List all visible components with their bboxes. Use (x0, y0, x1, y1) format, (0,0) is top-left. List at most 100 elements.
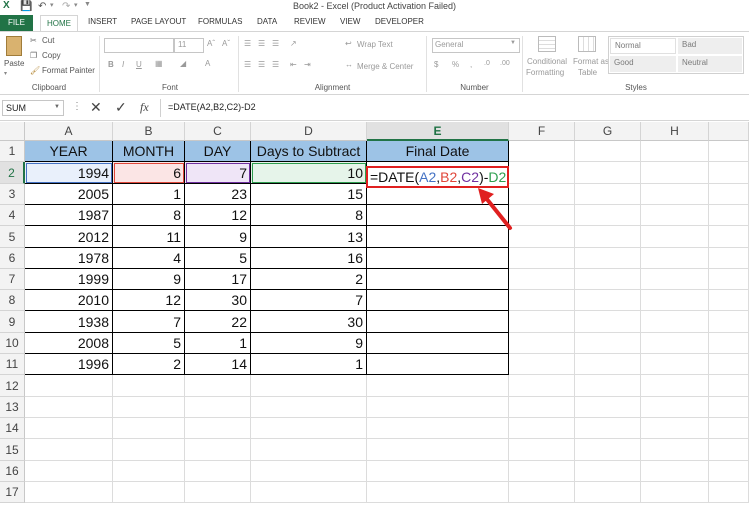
empty-cell-i11[interactable] (709, 354, 749, 375)
cancel-icon[interactable]: ✕ (90, 99, 102, 116)
merge-center-button[interactable]: Merge & Center (357, 62, 413, 71)
tab-review[interactable]: REVIEW (294, 17, 326, 26)
italic-button[interactable]: I (122, 60, 124, 69)
empty-cell-a13[interactable] (25, 397, 113, 418)
empty-cell-i6[interactable] (709, 248, 749, 269)
header-cell-a[interactable]: YEAR (25, 141, 113, 162)
row-header-5[interactable]: 5 (0, 226, 25, 248)
empty-cell-g4[interactable] (575, 205, 641, 226)
row-header-14[interactable]: 14 (0, 418, 25, 439)
empty-cell-h3[interactable] (641, 184, 709, 205)
tab-developer[interactable]: DEVELOPER (375, 17, 424, 26)
empty-cell-c13[interactable] (185, 397, 251, 418)
empty-cell-h12[interactable] (641, 375, 709, 397)
font-color-icon[interactable]: A (205, 59, 210, 68)
style-bad[interactable]: Bad (678, 38, 742, 54)
empty-cell-g14[interactable] (575, 418, 641, 439)
empty-cell-g2[interactable] (575, 162, 641, 184)
row-header-10[interactable]: 10 (0, 333, 25, 354)
header-cell-d[interactable]: Days to Subtract (251, 141, 367, 162)
empty-cell-a12[interactable] (25, 375, 113, 397)
empty-cell-i8[interactable] (709, 290, 749, 311)
header-cell-b[interactable]: MONTH (113, 141, 185, 162)
column-header-f[interactable]: F (509, 122, 575, 141)
increase-indent-icon[interactable]: ⇥ (304, 60, 311, 69)
merge-center-icon[interactable]: ↔ (345, 60, 353, 69)
empty-cell-h14[interactable] (641, 418, 709, 439)
empty-cell-i5[interactable] (709, 226, 749, 248)
table-cell-d8[interactable]: 7 (251, 290, 367, 311)
table-cell-e7[interactable] (367, 269, 509, 290)
tab-view[interactable]: VIEW (340, 17, 360, 26)
row-header-13[interactable]: 13 (0, 397, 25, 418)
empty-cell-i14[interactable] (709, 418, 749, 439)
align-left-icon[interactable]: ☰ (244, 60, 251, 69)
empty-cell-g16[interactable] (575, 461, 641, 482)
cut-icon[interactable]: ✂ (30, 36, 37, 45)
empty-cell-d15[interactable] (251, 439, 367, 461)
paste-button[interactable]: Paste (4, 59, 24, 68)
align-center-icon[interactable]: ☰ (258, 60, 265, 69)
table-cell-a2[interactable]: 1994 (25, 162, 113, 184)
empty-cell-i16[interactable] (709, 461, 749, 482)
align-right-icon[interactable]: ☰ (272, 60, 279, 69)
row-header-9[interactable]: 9 (0, 311, 25, 333)
table-cell-d4[interactable]: 8 (251, 205, 367, 226)
empty-cell-f1[interactable] (509, 141, 575, 162)
table-cell-e11[interactable] (367, 354, 509, 375)
tab-home[interactable]: HOME (40, 15, 78, 31)
worksheet-grid[interactable]: A B C D E F G H 1 YEAR MONTH DAY Days to Sub… (0, 122, 749, 519)
column-header-a[interactable]: A (25, 122, 113, 141)
insert-function-button[interactable]: fx (140, 100, 149, 115)
empty-cell-e13[interactable] (367, 397, 509, 418)
row-header-17[interactable]: 17 (0, 482, 25, 503)
column-header-c[interactable]: C (185, 122, 251, 141)
row-header-15[interactable]: 15 (0, 439, 25, 461)
empty-cell-d14[interactable] (251, 418, 367, 439)
empty-cell-h15[interactable] (641, 439, 709, 461)
row-header-1[interactable]: 1 (0, 141, 25, 162)
empty-cell-e12[interactable] (367, 375, 509, 397)
table-cell-a9[interactable]: 1938 (25, 311, 113, 333)
row-header-16[interactable]: 16 (0, 461, 25, 482)
empty-cell-c17[interactable] (185, 482, 251, 503)
table-cell-d6[interactable]: 16 (251, 248, 367, 269)
empty-cell-b13[interactable] (113, 397, 185, 418)
format-as-table-icon[interactable] (578, 36, 596, 52)
row-header-3[interactable]: 3 (0, 184, 25, 205)
table-cell-b7[interactable]: 9 (113, 269, 185, 290)
wrap-text-icon[interactable]: ↩ (345, 39, 352, 48)
empty-cell-g6[interactable] (575, 248, 641, 269)
empty-cell-h7[interactable] (641, 269, 709, 290)
table-cell-d9[interactable]: 30 (251, 311, 367, 333)
increase-decimal-icon[interactable]: .0 (484, 60, 490, 67)
chevron-down-icon[interactable]: ▼ (54, 104, 60, 110)
empty-cell-i2[interactable] (709, 162, 749, 184)
empty-cell-c16[interactable] (185, 461, 251, 482)
table-cell-b11[interactable]: 2 (113, 354, 185, 375)
table-cell-d7[interactable]: 2 (251, 269, 367, 290)
style-neutral[interactable]: Neutral (678, 56, 742, 72)
column-header-e[interactable]: E (367, 122, 509, 141)
table-cell-b10[interactable]: 5 (113, 333, 185, 354)
empty-cell-g9[interactable] (575, 311, 641, 333)
table-cell-a7[interactable]: 1999 (25, 269, 113, 290)
table-cell-b5[interactable]: 11 (113, 226, 185, 248)
row-header-4[interactable]: 4 (0, 205, 25, 226)
bold-button[interactable]: B (108, 60, 114, 69)
copy-icon[interactable]: ❐ (30, 51, 37, 60)
empty-cell-b14[interactable] (113, 418, 185, 439)
table-cell-b8[interactable]: 12 (113, 290, 185, 311)
fill-color-icon[interactable]: ◢ (180, 59, 186, 68)
empty-cell-f6[interactable] (509, 248, 575, 269)
underline-button[interactable]: U (136, 60, 142, 69)
empty-cell-g5[interactable] (575, 226, 641, 248)
table-cell-c5[interactable]: 9 (185, 226, 251, 248)
empty-cell-h2[interactable] (641, 162, 709, 184)
empty-cell-i10[interactable] (709, 333, 749, 354)
tab-page-layout[interactable]: PAGE LAYOUT (131, 17, 186, 26)
empty-cell-h11[interactable] (641, 354, 709, 375)
empty-cell-f13[interactable] (509, 397, 575, 418)
empty-cell-a15[interactable] (25, 439, 113, 461)
table-cell-c2[interactable]: 7 (185, 162, 251, 184)
